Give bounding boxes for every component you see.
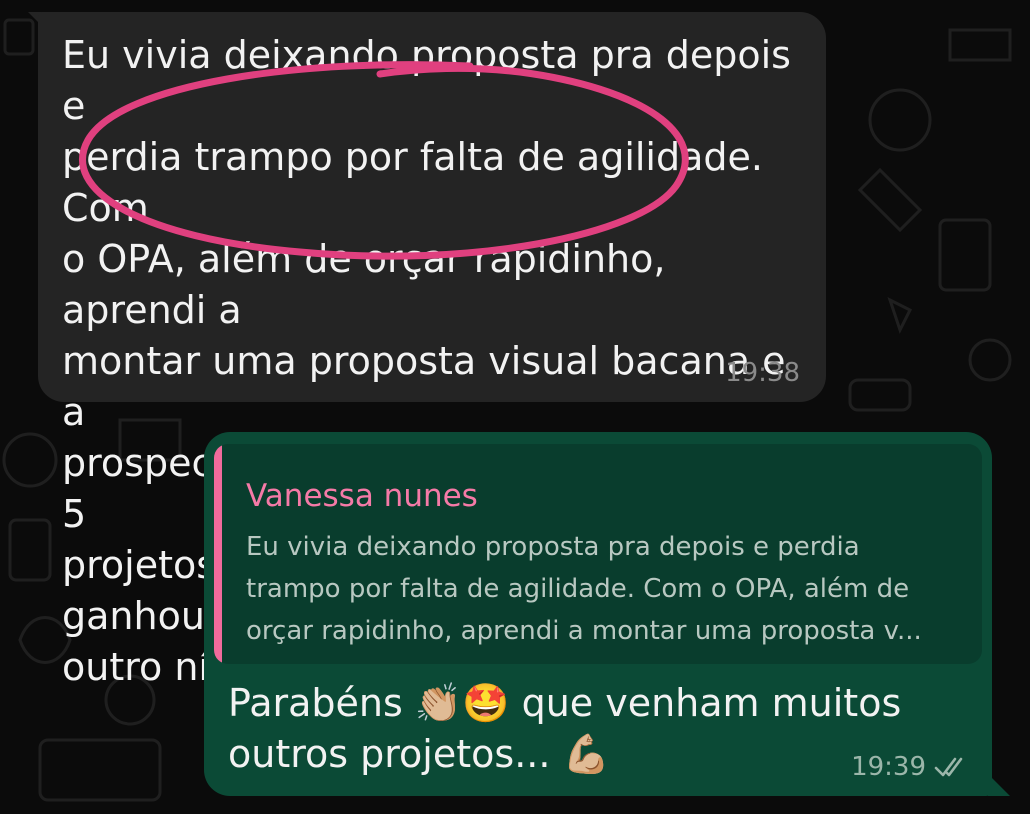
reply-quote-text: Eu vivia deixando proposta pra depois e … — [246, 532, 922, 646]
outgoing-message-meta: 19:39 — [851, 752, 968, 782]
reply-quote-bar — [214, 444, 222, 664]
outgoing-message-bubble[interactable]: Vanessa nunes Eu vivia deixando proposta… — [204, 432, 992, 796]
chat-view: Eu vivia deixando proposta pra depois e … — [0, 0, 1030, 814]
incoming-message-bubble[interactable]: Eu vivia deixando proposta pra depois e … — [38, 12, 826, 689]
incoming-message-time: 19:38 — [725, 358, 800, 388]
reply-quote[interactable]: Vanessa nunes Eu vivia deixando proposta… — [214, 444, 982, 664]
double-check-icon — [934, 757, 963, 777]
reply-quote-author: Vanessa nunes — [246, 478, 478, 514]
outgoing-message-time: 19:39 — [851, 752, 926, 782]
